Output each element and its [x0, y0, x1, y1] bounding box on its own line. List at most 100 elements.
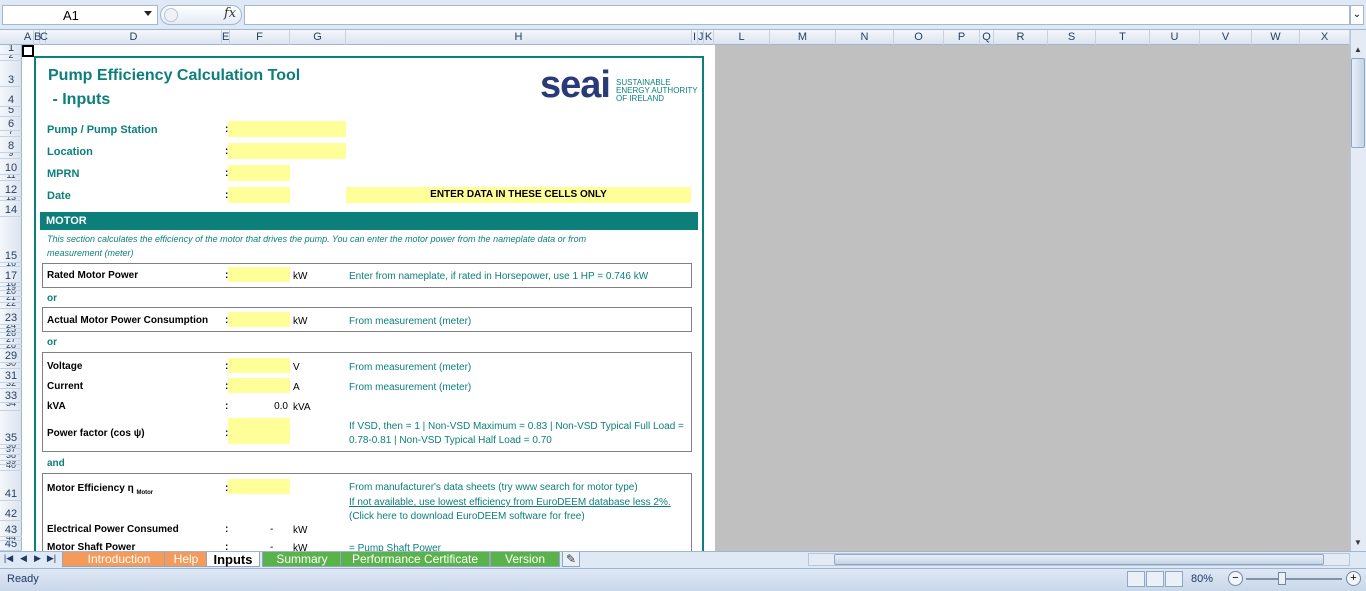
row-header-1[interactable]: 1	[0, 45, 22, 55]
row-header-29[interactable]: 29	[0, 349, 22, 363]
sheet-tab-summary[interactable]: Summary	[262, 552, 342, 567]
formula-input[interactable]	[244, 5, 1350, 25]
column-header-l[interactable]: L	[714, 30, 770, 45]
next-sheet-icon[interactable]: ▶	[32, 553, 43, 565]
column-header-e[interactable]: E	[222, 30, 230, 45]
row-header-17[interactable]: 17	[0, 267, 22, 283]
rated-power-input[interactable]	[228, 267, 290, 282]
electrical-power-value: -	[270, 524, 274, 535]
normal-view-icon[interactable]	[1127, 571, 1145, 587]
power-factor-label: Power factor (cos ψ)	[47, 428, 145, 439]
column-header-s[interactable]: S	[1048, 30, 1096, 45]
row-header-14[interactable]: 14	[0, 201, 22, 217]
sheet-tab-version[interactable]: Version	[490, 552, 560, 567]
row-header-4[interactable]: 4	[0, 87, 22, 107]
zoom-slider[interactable]	[1246, 578, 1342, 580]
colon: :	[225, 524, 229, 535]
scroll-down-icon[interactable]: ▼	[1351, 538, 1365, 550]
current-unit: A	[293, 382, 300, 393]
column-header-r[interactable]: R	[994, 30, 1048, 45]
column-header-t[interactable]: T	[1096, 30, 1150, 45]
column-header-x[interactable]: X	[1300, 30, 1350, 45]
scroll-up-icon[interactable]: ▲	[1351, 45, 1365, 57]
zoom-level[interactable]: 80%	[1191, 573, 1213, 585]
row-header-42[interactable]: 42	[0, 501, 22, 521]
row-header-3[interactable]: 3	[0, 61, 22, 87]
cancel-icon[interactable]	[164, 8, 178, 22]
column-header-k[interactable]: K	[704, 30, 714, 45]
sheet-tab-performance-certificate[interactable]: Performance Certificate	[340, 552, 490, 567]
kva-unit: kVA	[293, 402, 311, 413]
motor-intro-line1: This section calculates the efficiency o…	[47, 234, 587, 244]
row-header-8[interactable]: 8	[0, 137, 22, 153]
actual-power-input[interactable]	[228, 312, 290, 327]
row-header-35[interactable]: 35	[0, 411, 22, 445]
motor-efficiency-input[interactable]	[228, 479, 290, 494]
row-header-15[interactable]: 15	[0, 217, 22, 263]
horizontal-scroll-thumb[interactable]	[834, 554, 1324, 565]
selected-cell[interactable]	[22, 45, 34, 57]
row-header-33[interactable]: 33	[0, 389, 22, 403]
and-label: and	[47, 458, 65, 469]
rated-power-unit: kW	[293, 271, 308, 282]
page-break-view-icon[interactable]	[1165, 571, 1183, 587]
zoom-out-icon[interactable]: −	[1228, 571, 1243, 586]
row-header-43[interactable]: 43	[0, 521, 22, 537]
column-header-u[interactable]: U	[1150, 30, 1200, 45]
column-header-v[interactable]: V	[1200, 30, 1252, 45]
row-header-34[interactable]: 34	[0, 403, 22, 411]
expand-formula-bar-icon[interactable]: ⌄	[1350, 5, 1364, 25]
column-header-a[interactable]: A	[22, 30, 34, 45]
name-box-dropdown-icon[interactable]	[144, 11, 152, 16]
page-layout-view-icon[interactable]	[1146, 571, 1164, 587]
voltage-input[interactable]	[228, 358, 290, 373]
kva-label: kVA	[47, 401, 66, 412]
mprn-input[interactable]	[228, 165, 290, 181]
row-header-5[interactable]: 5	[0, 107, 22, 117]
sheet-tab-help[interactable]: Help	[164, 552, 208, 567]
row-header-41[interactable]: 41	[0, 471, 22, 501]
column-header-p[interactable]: P	[944, 30, 980, 45]
first-sheet-icon[interactable]: |◀	[3, 553, 14, 565]
row-header-31[interactable]: 31	[0, 369, 22, 383]
prev-sheet-icon[interactable]: ◀	[18, 553, 29, 565]
column-header-h[interactable]: H	[346, 30, 692, 45]
date-label: Date	[47, 190, 71, 202]
sheet-tab-inputs[interactable]: Inputs	[206, 552, 260, 567]
zoom-slider-thumb[interactable]	[1278, 572, 1286, 585]
date-input[interactable]	[228, 187, 290, 203]
column-header-row: ABCDEFGHIJKLMNOPQRSTUVWX	[0, 30, 1350, 45]
efficiency-note-line3: (Click here to download EuroDEEM softwar…	[349, 511, 585, 522]
electrical-power-unit: kW	[293, 525, 308, 536]
column-header-q[interactable]: Q	[980, 30, 994, 45]
eurodeem-link[interactable]: If not available, use lowest efficiency …	[349, 497, 671, 508]
new-sheet-icon[interactable]: ✎	[562, 552, 580, 567]
sheet-tab-introduction[interactable]: Introduction	[62, 552, 176, 567]
row-header-10[interactable]: 10	[0, 159, 22, 175]
current-input[interactable]	[228, 378, 290, 393]
row-header-45[interactable]: 45	[0, 541, 22, 551]
last-sheet-icon[interactable]: ▶|	[46, 553, 57, 565]
row-header-6[interactable]: 6	[0, 117, 22, 131]
column-header-w[interactable]: W	[1252, 30, 1300, 45]
column-header-n[interactable]: N	[836, 30, 894, 45]
column-header-g[interactable]: G	[290, 30, 346, 45]
column-header-o[interactable]: O	[894, 30, 944, 45]
row-header-12[interactable]: 12	[0, 181, 22, 197]
column-header-d[interactable]: D	[46, 30, 222, 45]
vertical-scroll-thumb[interactable]	[1351, 58, 1365, 148]
location-input[interactable]	[228, 143, 346, 159]
pump-station-input[interactable]	[228, 121, 346, 137]
kva-value: 0.0	[274, 401, 288, 412]
zoom-in-icon[interactable]: +	[1346, 571, 1361, 586]
power-factor-input[interactable]	[228, 418, 290, 444]
efficiency-note-line1: From manufacturer's data sheets (try www…	[349, 482, 638, 493]
name-box[interactable]: A1	[2, 5, 158, 25]
current-label: Current	[47, 381, 84, 392]
page-subtitle: - Inputs	[48, 91, 111, 108]
mprn-label: MPRN	[47, 168, 80, 180]
column-header-f[interactable]: F	[230, 30, 290, 45]
insert-function-icon[interactable]: fx	[224, 6, 236, 21]
column-header-m[interactable]: M	[770, 30, 836, 45]
row-header-23[interactable]: 23	[0, 309, 22, 325]
